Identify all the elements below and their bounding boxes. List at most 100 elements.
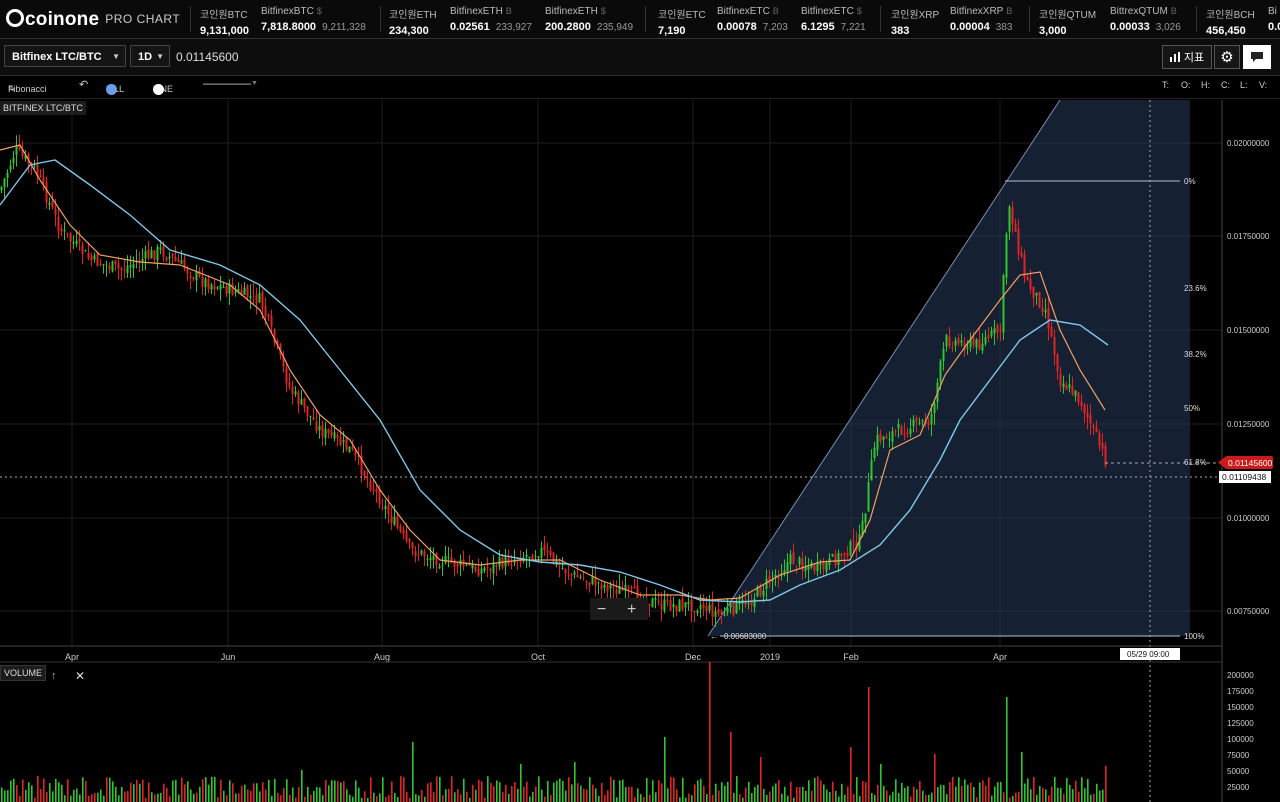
volume-bar: [637, 788, 639, 802]
zoom-in-button[interactable]: +: [627, 601, 636, 618]
volume-bar: [784, 786, 786, 802]
volume-bar: [10, 780, 12, 802]
indicator-button[interactable]: 지표: [1162, 45, 1212, 69]
line-color-swatch[interactable]: [153, 84, 164, 95]
volume-tick-label: 200000: [1227, 671, 1254, 680]
volume-bar: [688, 793, 690, 802]
candle-body: [1035, 293, 1038, 296]
candle-body: [984, 337, 987, 344]
line-style-select[interactable]: ———— ▼: [203, 76, 258, 90]
settings-button[interactable]: ⚙: [1214, 45, 1240, 69]
coinone-logo[interactable]: coinone PRO CHART: [6, 9, 180, 31]
symbol-select[interactable]: Bitfinex LTC/BTC ▼: [4, 45, 126, 67]
volume-bar: [394, 793, 396, 802]
ticker-item[interactable]: BitfinexETH B 0.02561 233,927: [450, 6, 532, 33]
ticker-item[interactable]: BitfinexETC $ 6.1295 7,221: [801, 6, 866, 33]
chart-controls: Bitfinex LTC/BTC ▼ 1D ▼ 0.01145600 지표 ⚙: [0, 39, 1280, 76]
candle-body: [84, 250, 87, 252]
price-chart[interactable]: 0%23.6%38.2%50%61.8%100% 0.020000000.017…: [0, 100, 1280, 802]
bar-chart-icon: [1169, 52, 1180, 62]
volume-bar: [223, 790, 225, 802]
candle-body: [1008, 206, 1011, 232]
undo-icon[interactable]: ↶: [79, 78, 88, 91]
volume-move-up-icon[interactable]: ↑: [51, 670, 57, 682]
candle-body: [150, 250, 153, 259]
candle-body: [129, 264, 132, 268]
volume-bar: [865, 782, 867, 802]
candle-body: [939, 360, 942, 382]
volume-bar: [478, 779, 480, 802]
volume-bar: [199, 786, 201, 802]
ticker-item[interactable]: 코인원BTC 9,131,000: [200, 6, 249, 37]
ticker-item[interactable]: 코인원QTUM 3,000: [1039, 6, 1096, 37]
volume-bar: [304, 796, 306, 802]
volume-bar: [109, 777, 111, 802]
zoom-out-button[interactable]: −: [597, 601, 606, 618]
candle-body: [180, 260, 183, 264]
time-tick-label: Dec: [685, 652, 702, 662]
volume-bar: [805, 790, 807, 802]
volume-bar: [877, 784, 879, 802]
volume-bar: [646, 777, 648, 802]
ticker-item[interactable]: Bi 0.0: [1268, 6, 1280, 33]
candle-body: [390, 515, 393, 524]
volume-bar: [736, 776, 738, 802]
candle-body: [90, 255, 93, 261]
volume-bar: [487, 776, 489, 802]
ticker-item[interactable]: BittrexQTUM B 0.00033 3,026: [1110, 6, 1181, 33]
volume-close-icon[interactable]: ✕: [75, 669, 85, 683]
candle-body: [66, 232, 69, 234]
ticker-item[interactable]: BitfinexBTC $ 7,818.8000 9,211,328: [261, 6, 366, 33]
ticker-name: 코인원BTC: [200, 10, 248, 21]
price-tick-label: 0.00750000: [1227, 607, 1270, 616]
volume-bar: [226, 795, 228, 802]
ticker-price: 0.00033 3,026: [1110, 21, 1181, 33]
indicator-label: 지표: [1183, 52, 1205, 64]
ticker-item[interactable]: 코인원XRP 383: [891, 6, 939, 37]
ticker-item[interactable]: BitfinexETH $ 200.2800 235,949: [545, 6, 633, 33]
ticker-item[interactable]: BitfinexXRP B 0.00004 383: [950, 6, 1012, 33]
volume-bar: [799, 787, 801, 802]
volume-bar: [43, 778, 45, 802]
volume-bar: [121, 786, 123, 802]
candle-body: [1086, 412, 1089, 418]
volume-bar: [241, 785, 243, 802]
volume-bar: [826, 789, 828, 802]
ohlc-c: C:: [1221, 80, 1230, 90]
ticker-item[interactable]: BitfinexETC B 0.00078 7,203: [717, 6, 788, 33]
volume-bar: [1042, 787, 1044, 802]
candle-body: [723, 614, 726, 616]
volume-bar: [883, 785, 885, 802]
candle-body: [564, 569, 567, 574]
candle-body: [729, 603, 732, 608]
volume-bar: [721, 782, 723, 802]
ticker-item[interactable]: 코인원ETH 234,300: [389, 6, 437, 37]
chat-button[interactable]: [1243, 45, 1271, 69]
volume-bar: [1018, 791, 1020, 802]
volume-bar: [1066, 777, 1068, 802]
volume-bar: [397, 797, 399, 802]
volume-bar: [355, 780, 357, 802]
ticker-item[interactable]: 코인원BCH 456,450: [1206, 6, 1255, 37]
candle-body: [492, 562, 495, 574]
candle-body: [750, 602, 753, 606]
volume-bar: [631, 786, 633, 802]
candle-body: [111, 261, 114, 272]
fill-color-swatch[interactable]: [106, 84, 117, 95]
volume-bar: [445, 789, 447, 802]
candle-body: [69, 233, 72, 242]
candle-body: [288, 381, 291, 387]
candle-body: [1014, 223, 1017, 232]
volume-bar: [961, 785, 963, 802]
interval-select[interactable]: 1D ▼: [130, 45, 170, 67]
volume-bar: [400, 776, 402, 802]
volume-bar: [808, 780, 810, 802]
ticker-item[interactable]: 코인원ETC 7,190: [658, 6, 706, 37]
price-readout: 0.01145600: [176, 50, 239, 64]
candle-body: [669, 599, 672, 611]
candle-body: [498, 557, 501, 567]
volume-bar: [403, 777, 405, 802]
candle-body: [819, 563, 822, 565]
volume-bar: [1027, 778, 1029, 802]
candle-body: [804, 567, 807, 572]
